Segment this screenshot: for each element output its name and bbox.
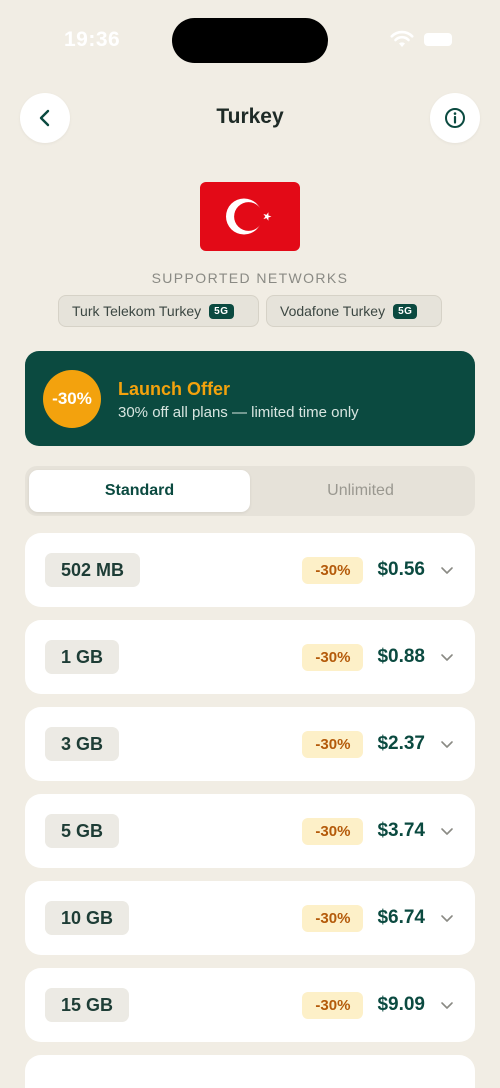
plan-card[interactable]: 3 GB -30% $2.37 — [25, 707, 475, 781]
chevron-down-icon[interactable] — [439, 910, 455, 926]
plan-price: $6.74 — [377, 907, 425, 928]
plan-price: $2.37 — [377, 733, 425, 754]
page-title: Turkey — [216, 105, 284, 128]
info-icon — [445, 108, 465, 128]
chevron-down-icon[interactable] — [439, 997, 455, 1013]
plan-data-size: 1 GB — [45, 640, 120, 674]
plan-card[interactable]: 502 MB -30% $0.56 — [25, 533, 475, 607]
chevron-down-icon[interactable] — [439, 562, 455, 578]
tab-unlimited[interactable]: Unlimited — [250, 470, 471, 512]
plan-card[interactable]: 10 GB -30% $6.74 — [25, 881, 475, 955]
offer-title: Launch Offer — [118, 379, 231, 399]
network-name: Vodafone Turkey — [280, 303, 386, 319]
network-chip: Vodafone Turkey 5G — [266, 295, 442, 327]
network-chip: Turk Telekom Turkey 5G — [58, 295, 259, 327]
wifi-icon — [390, 30, 414, 47]
plan-discount-badge: -30% — [302, 556, 364, 584]
plan-card[interactable]: 5 GB -30% $3.74 — [25, 794, 475, 868]
plan-price: $0.56 — [377, 559, 425, 580]
chevron-down-icon[interactable] — [439, 649, 455, 665]
plan-data-size: 502 MB — [45, 553, 141, 587]
status-time: 19:36 — [64, 28, 121, 51]
chevron-down-icon[interactable] — [439, 823, 455, 839]
plan-card-partial[interactable] — [25, 1055, 475, 1088]
network-5g-badge: 5G — [209, 303, 234, 319]
plan-type-tabs: Standard Unlimited — [25, 466, 475, 516]
tab-standard[interactable]: Standard — [29, 470, 250, 512]
network-5g-badge: 5G — [393, 303, 418, 319]
offer-discount-badge: -30% — [43, 370, 101, 428]
network-name: Turk Telekom Turkey — [72, 303, 202, 319]
plan-data-size: 5 GB — [45, 814, 120, 848]
plan-card[interactable]: 15 GB -30% $9.09 — [25, 968, 475, 1042]
plan-discount-badge: -30% — [302, 643, 364, 671]
plan-data-size: 10 GB — [45, 901, 130, 935]
plan-card[interactable]: 1 GB -30% $0.88 — [25, 620, 475, 694]
plan-price: $9.09 — [377, 994, 425, 1015]
dynamic-island — [172, 18, 328, 63]
plan-discount-badge: -30% — [302, 817, 364, 845]
launch-offer-banner: -30% Launch Offer 30% off all plans — li… — [25, 351, 475, 446]
battery-icon — [424, 33, 452, 46]
chevron-down-icon[interactable] — [439, 736, 455, 752]
plan-discount-badge: -30% — [302, 991, 364, 1019]
plan-price: $0.88 — [377, 646, 425, 667]
plan-discount-badge: -30% — [302, 904, 364, 932]
plan-data-size: 15 GB — [45, 988, 130, 1022]
plan-data-size: 3 GB — [45, 727, 120, 761]
status-bar: 19:36 — [0, 0, 500, 80]
offer-subtitle: 30% off all plans — limited time only — [118, 404, 359, 421]
info-button[interactable] — [430, 93, 480, 143]
plan-discount-badge: -30% — [302, 730, 364, 758]
plan-price: $3.74 — [377, 820, 425, 841]
turkey-flag-icon — [200, 182, 300, 251]
supported-networks-label: SUPPORTED NETWORKS — [151, 270, 349, 286]
